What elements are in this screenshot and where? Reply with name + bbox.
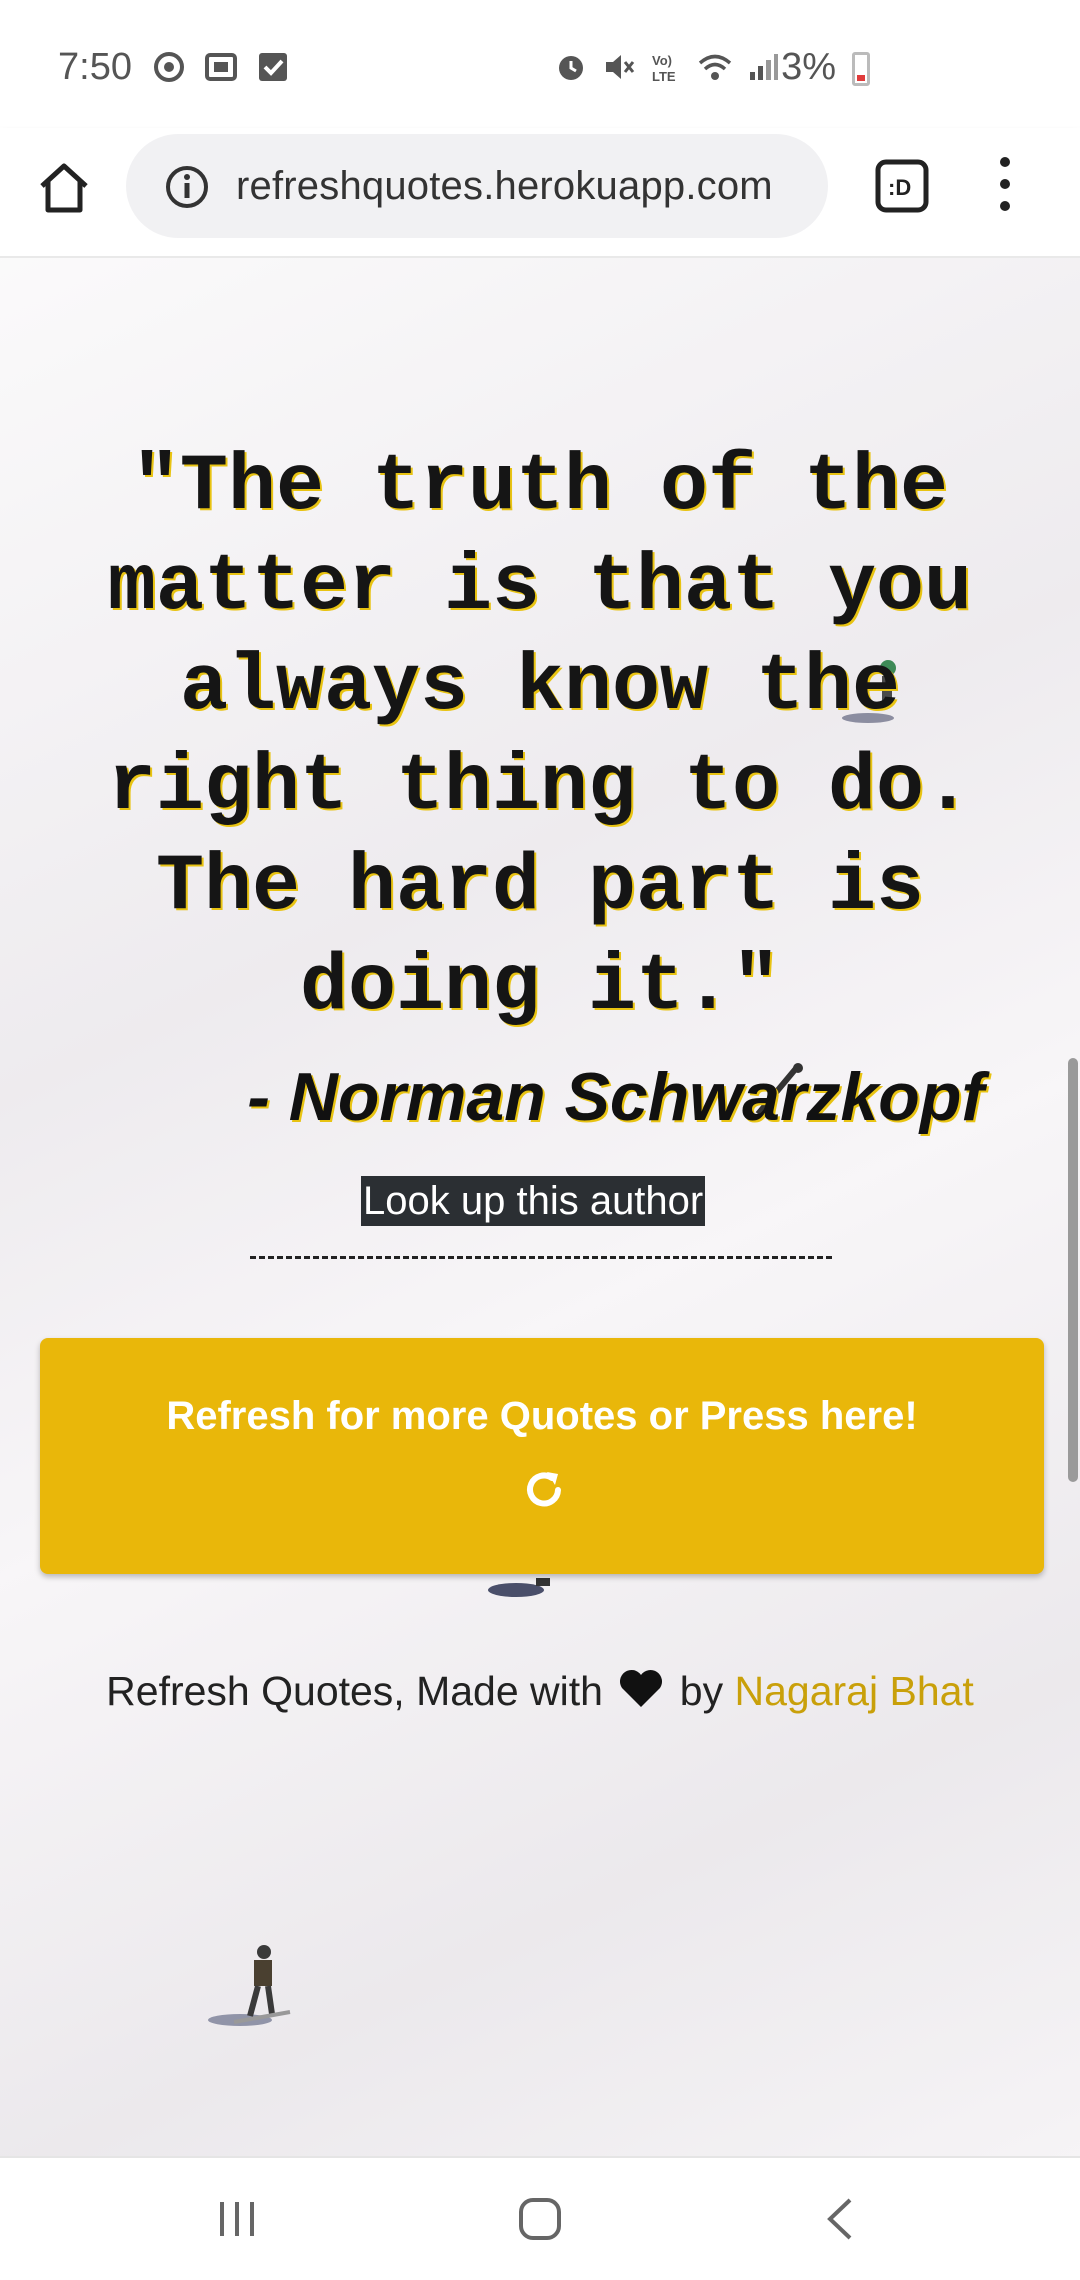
- status-left-icons: [152, 50, 290, 84]
- address-bar[interactable]: refreshquotes.herokuapp.com: [126, 134, 828, 238]
- screen: 7:50 Vo) LTE 3% refreshquotes.herokuapp.…: [0, 0, 1080, 2280]
- footer-author-link[interactable]: Nagaraj Bhat: [735, 1668, 974, 1714]
- volte-icon: Vo) LTE: [652, 53, 676, 84]
- url-text: refreshquotes.herokuapp.com: [236, 164, 773, 208]
- quote-author: - Norman Schwarzkopf: [247, 1059, 984, 1135]
- battery-percent: 3%: [781, 46, 836, 88]
- tab-switcher-icon[interactable]: :D: [874, 158, 930, 214]
- heart-icon: [620, 1669, 663, 1707]
- footer: Refresh Quotes, Made with by Nagaraj Bha…: [0, 1668, 1080, 1715]
- recent-apps-icon[interactable]: [216, 2198, 258, 2240]
- skier-image: [488, 1578, 550, 1597]
- footer-by: by: [679, 1668, 724, 1714]
- check-icon: [259, 53, 287, 81]
- status-time: 7:50: [58, 46, 132, 88]
- svg-text::D: :D: [888, 175, 911, 200]
- alarm-icon: [559, 56, 583, 80]
- status-bar: 7:50 Vo) LTE 3%: [0, 0, 1080, 128]
- battery-icon: [852, 52, 870, 86]
- divider: [250, 1256, 832, 1259]
- more-options-icon[interactable]: [990, 152, 1020, 216]
- skier-image: [208, 1945, 291, 2026]
- refresh-icon: [527, 1472, 561, 1507]
- quote-text: "The truth of the matter is that you alw…: [107, 442, 973, 1033]
- svg-text:LTE: LTE: [652, 69, 676, 84]
- screenshot-icon: [205, 53, 237, 81]
- sync-icon: [154, 52, 184, 82]
- mute-icon: [606, 55, 635, 79]
- footer-prefix: Refresh Quotes, Made with: [106, 1668, 603, 1714]
- web-page: "The truth of the matter is that you alw…: [0, 258, 1080, 2156]
- scrollbar[interactable]: [1068, 1058, 1078, 1482]
- refresh-button-label: Refresh for more Quotes or Press here!: [166, 1394, 918, 1438]
- system-nav-bar: [0, 2156, 1080, 2280]
- back-icon[interactable]: [824, 2196, 854, 2242]
- status-right-icons: Vo) LTE: [554, 50, 780, 84]
- home-nav-icon[interactable]: [517, 2196, 563, 2242]
- info-icon[interactable]: [164, 164, 210, 210]
- signal-icon: [750, 54, 778, 80]
- refresh-button[interactable]: Refresh for more Quotes or Press here!: [40, 1338, 1044, 1574]
- home-icon[interactable]: [32, 156, 96, 220]
- wifi-icon: [698, 54, 732, 80]
- svg-text:Vo): Vo): [652, 53, 672, 68]
- browser-toolbar: refreshquotes.herokuapp.com :D: [0, 128, 1080, 258]
- lookup-author-link[interactable]: Look up this author: [361, 1176, 706, 1226]
